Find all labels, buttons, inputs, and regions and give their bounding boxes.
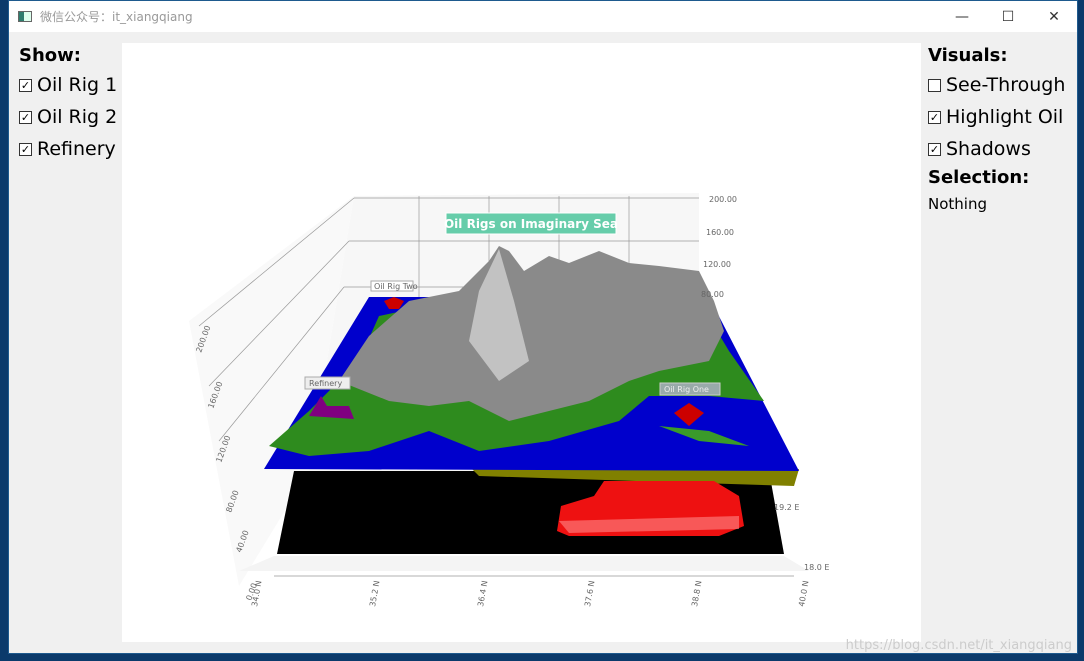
selection-value: Nothing xyxy=(928,195,987,213)
app-window: 微信公众号：it_xiangqiang — ☐ ✕ Show: ✓ Oil Rig… xyxy=(8,0,1078,654)
checkbox-label: Highlight Oil xyxy=(946,106,1064,128)
checkbox-icon[interactable]: ✓ xyxy=(19,78,32,92)
show-panel: Show: ✓ Oil Rig 1 ✓ Oil Rig 2 ✓ Refinery xyxy=(19,43,129,165)
checkbox-highlight-oil[interactable]: ✓ Highlight Oil xyxy=(928,101,1078,133)
title-bar: 微信公众号：it_xiangqiang — ☐ ✕ xyxy=(9,1,1077,32)
floor-wall xyxy=(239,556,809,571)
checkbox-icon[interactable]: ✓ xyxy=(928,110,941,124)
label-oil-rig-two: Oil Rig Two xyxy=(374,282,418,291)
checkbox-icon[interactable] xyxy=(928,78,941,92)
y-tick-right: 160.00 xyxy=(706,228,734,237)
show-header: Show: xyxy=(19,45,81,66)
minimize-button[interactable]: — xyxy=(939,1,985,32)
y-tick-right: 200.00 xyxy=(709,195,737,204)
checkbox-label: Oil Rig 2 xyxy=(37,106,118,128)
z-tick: 18.0 E xyxy=(804,563,829,572)
checkbox-label: See-Through xyxy=(946,74,1066,96)
y-tick-right: 120.00 xyxy=(703,260,731,269)
checkbox-see-through[interactable]: See-Through xyxy=(928,69,1078,101)
close-button[interactable]: ✕ xyxy=(1031,1,1077,32)
checkbox-refinery[interactable]: ✓ Refinery xyxy=(19,133,129,165)
selection-header: Selection: xyxy=(928,167,1030,188)
z-tick: 19.2 E xyxy=(774,503,799,512)
surface-graph[interactable]: Oil Rigs on Imaginary Sea Oil Rig Two Re… xyxy=(122,43,921,642)
visuals-panel: Visuals: See-Through ✓ Highlight Oil ✓ Sha… xyxy=(928,43,1078,213)
checkbox-label: Shadows xyxy=(946,138,1031,160)
checkbox-oil-rig-2[interactable]: ✓ Oil Rig 2 xyxy=(19,101,129,133)
checkbox-label: Oil Rig 1 xyxy=(37,74,118,96)
x-tick: 37.6 N xyxy=(583,580,596,608)
label-refinery: Refinery xyxy=(309,379,342,388)
checkbox-shadows[interactable]: ✓ Shadows xyxy=(928,133,1078,165)
visuals-header: Visuals: xyxy=(928,45,1008,66)
x-tick: 35.2 N xyxy=(368,580,381,608)
checkbox-icon[interactable]: ✓ xyxy=(19,142,32,156)
x-tick: 36.4 N xyxy=(476,580,489,608)
app-icon xyxy=(18,11,32,22)
x-tick: 38.8 N xyxy=(690,580,703,608)
label-oil-rig-one: Oil Rig One xyxy=(664,385,709,394)
checkbox-icon[interactable]: ✓ xyxy=(928,142,941,156)
checkbox-icon[interactable]: ✓ xyxy=(19,110,32,124)
checkbox-oil-rig-1[interactable]: ✓ Oil Rig 1 xyxy=(19,69,129,101)
checkbox-label: Refinery xyxy=(37,138,116,160)
window-title: 微信公众号：it_xiangqiang xyxy=(40,10,193,24)
watermark: https://blog.csdn.net/it_xiangqiang xyxy=(845,638,1072,653)
graph-title: Oil Rigs on Imaginary Sea xyxy=(444,217,618,231)
maximize-button[interactable]: ☐ xyxy=(985,1,1031,32)
graph-canvas[interactable]: Oil Rigs on Imaginary Sea Oil Rig Two Re… xyxy=(122,43,921,642)
x-tick: 40.0 N xyxy=(797,580,810,608)
y-tick-right: 80.00 xyxy=(701,290,724,299)
